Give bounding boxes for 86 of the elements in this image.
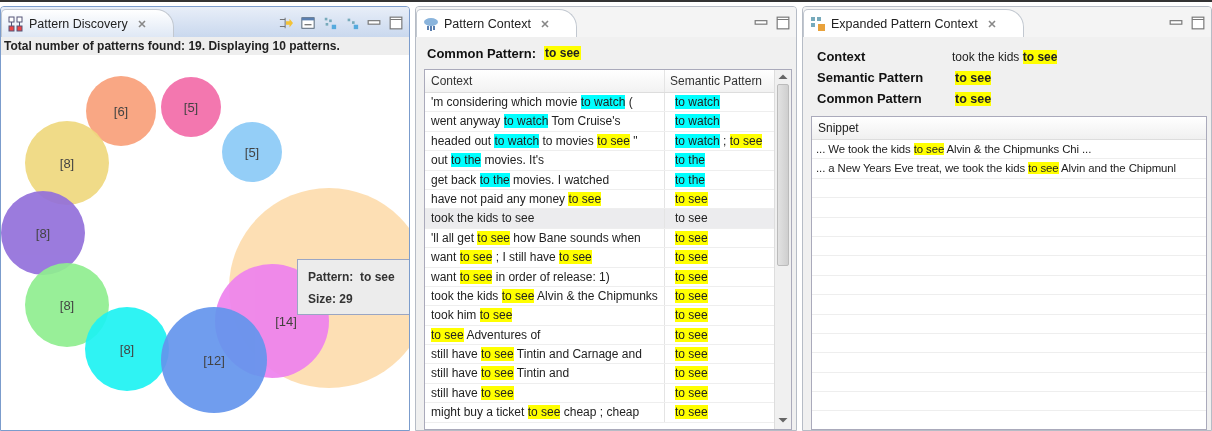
field-label: Semantic Pattern	[817, 70, 925, 85]
semantic-pattern-cell-text: to see	[674, 346, 709, 364]
field-label: Context	[817, 49, 867, 64]
maximize-icon[interactable]	[1191, 16, 1205, 30]
semantic-pattern-cell-text: to the	[674, 171, 707, 189]
window-icon[interactable]	[301, 16, 315, 30]
common-pattern-value: to see	[544, 46, 581, 60]
pattern-bubble[interactable]: [12]	[161, 307, 267, 413]
context-cell: have not paid any money to see	[425, 189, 665, 209]
scrollbar[interactable]	[774, 70, 791, 429]
table-row[interactable]: want to see in order of release: 1) to see	[425, 267, 774, 287]
table-row[interactable]: went anyway to watch Tom Cruise's to watch	[425, 112, 774, 132]
snippet-row[interactable]: ... We took the kids to see Alvin & the Chipmunks Chi ...	[812, 140, 1206, 160]
table-row[interactable]: took the kids to see to see	[425, 209, 774, 229]
semantic-pattern-cell-text: to see	[674, 384, 709, 402]
table-row[interactable]: took him to see to see	[425, 306, 774, 326]
semantic-pattern-cell-text: to see	[674, 210, 709, 228]
semantic-pattern-cell-text: to see	[674, 365, 709, 383]
context-cell: 'll all get to see how Bane sounds when	[425, 228, 665, 248]
column-header[interactable]: Context	[425, 70, 665, 92]
context-cell: get back to the movies. I watched	[425, 170, 665, 189]
table-row[interactable]: get back to the movies. I watched to the	[425, 170, 774, 190]
pattern-context-tab[interactable]: Pattern Context	[416, 9, 577, 37]
expanded-context-tab[interactable]: Expanded Pattern Context	[803, 9, 1024, 37]
field-value: to see	[954, 91, 993, 106]
context-cell: took the kids to see	[425, 209, 665, 228]
table-row[interactable]: took the kids to see Alvin & the Chipmunks to see	[425, 286, 774, 307]
context-cell: to see Adventures of	[425, 325, 665, 345]
snippet-row[interactable]: ... a New Years Eve treat, we took the kids to see Alvin and the Chipmunl	[812, 159, 1206, 179]
grid-icon[interactable]	[323, 16, 337, 30]
close-icon[interactable]	[539, 18, 550, 29]
table-row[interactable]: might buy a ticket to see cheap ; cheap to see	[425, 403, 774, 423]
context-cell: want to see ; I still have to see	[425, 248, 665, 267]
maximize-icon[interactable]	[389, 16, 403, 30]
field-value: took the kids to see	[952, 49, 1059, 64]
semantic-pattern-cell-text: to watch	[674, 94, 721, 111]
semantic-pattern-cell-text: to the	[674, 152, 707, 170]
tooltip-pattern: to see	[360, 269, 395, 286]
semantic-pattern-cell-text: to watch ; to see	[674, 132, 764, 150]
table-row[interactable]: still have to see Tintin and Carnage and to see	[425, 345, 774, 365]
grid-icon[interactable]	[345, 16, 359, 30]
close-icon[interactable]	[136, 18, 147, 29]
context-cell: went anyway to watch Tom Cruise's	[425, 112, 665, 131]
semantic-pattern-cell-text: to see	[674, 287, 709, 305]
column-header[interactable]: Semantic Pattern	[665, 70, 774, 92]
context-cell: still have to see Tintin and	[425, 364, 665, 383]
close-icon[interactable]	[986, 18, 997, 29]
semantic-pattern-cell-text: to see	[674, 326, 709, 344]
cloud-icon	[423, 15, 439, 32]
diagram-icon	[8, 15, 24, 32]
table-row[interactable]: out to the movies. It's to the	[425, 151, 774, 171]
semantic-pattern-cell-text: to see	[674, 229, 709, 247]
common-pattern-label: Common Pattern:	[427, 45, 537, 61]
semantic-pattern-cell-text: to see	[674, 404, 709, 422]
summary-text: Total number of patterns found: 19. Displaying 10 patterns.	[1, 37, 409, 55]
pattern-bubble[interactable]: [8]	[85, 307, 169, 391]
field-label: Common Pattern	[817, 91, 923, 106]
semantic-pattern-cell-text: to see	[674, 249, 709, 267]
context-cell: want to see in order of release: 1)	[425, 267, 665, 286]
table-row[interactable]: 'll all get to see how Bane sounds when to see	[425, 228, 774, 249]
context-cell: 'm considering which movie to watch (	[425, 93, 665, 112]
maximize-icon[interactable]	[776, 16, 790, 30]
grid-icon	[810, 15, 826, 32]
table-row[interactable]: headed out to watch to movies to see " to watch ; to see	[425, 131, 774, 152]
field-value: to see	[954, 70, 993, 85]
context-cell: still have to see	[425, 383, 665, 403]
semantic-pattern-cell-text: to watch	[674, 113, 721, 131]
table-row[interactable]: still have to see to see	[425, 383, 774, 404]
context-cell: took him to see	[425, 306, 665, 325]
context-cell: out to the movies. It's	[425, 151, 665, 170]
semantic-pattern-cell-text: to see	[674, 268, 709, 286]
semantic-pattern-cell-text: to see	[674, 307, 709, 325]
semantic-pattern-cell-text: to see	[674, 190, 709, 208]
table-row[interactable]: still have to see Tintin and to see	[425, 364, 774, 384]
pattern-discovery-tab[interactable]: Pattern Discovery	[1, 9, 174, 37]
arrow-icon[interactable]	[279, 16, 293, 30]
context-cell: took the kids to see Alvin & the Chipmunks	[425, 286, 665, 306]
pattern-bubble[interactable]: [5]	[222, 122, 282, 182]
context-cell: might buy a ticket to see cheap ; cheap	[425, 403, 665, 422]
table-row[interactable]: to see Adventures of to see	[425, 325, 774, 346]
pattern-bubble[interactable]: [6]	[86, 76, 156, 146]
table-row[interactable]: 'm considering which movie to watch ( to watch	[425, 93, 774, 113]
pattern-bubble[interactable]: [5]	[161, 77, 221, 137]
context-cell: headed out to watch to movies to see "	[425, 131, 665, 151]
table-row[interactable]: want to see ; I still have to see to see	[425, 248, 774, 268]
context-cell: still have to see Tintin and Carnage and	[425, 345, 665, 364]
